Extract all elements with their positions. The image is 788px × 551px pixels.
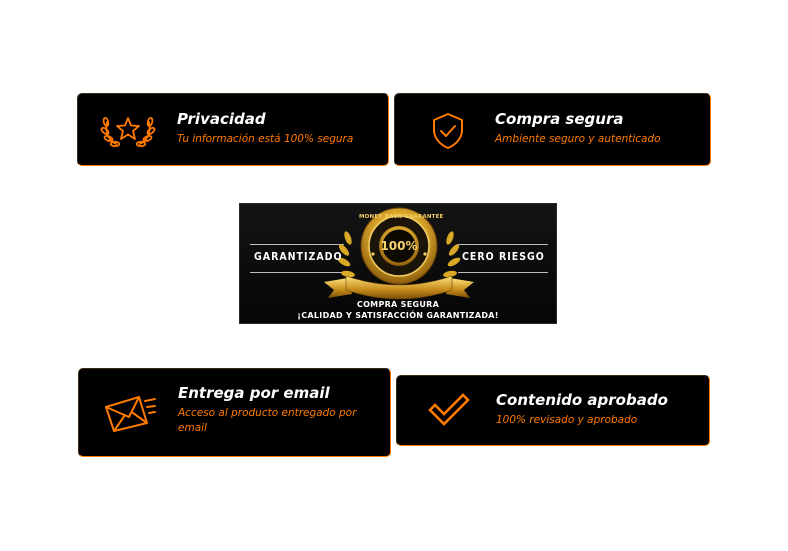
approved-content-title: Contenido aprobado xyxy=(496,391,668,409)
seal-center-percent: 100% xyxy=(380,239,418,253)
approved-content-subtitle: 100% revisado y aprobado xyxy=(496,414,638,426)
privacy-title: Privacidad xyxy=(177,110,266,128)
email-delivery-subtitle: Acceso al producto entregado por email xyxy=(178,407,357,434)
email-delivery-title: Entrega por email xyxy=(178,384,330,402)
approved-content-card: Contenido aprobado 100% revisado y aprob… xyxy=(396,375,710,446)
email-delivery-card: Entrega por email Acceso al producto ent… xyxy=(78,368,391,457)
badge-bottom-line1: COMPRA SEGURA xyxy=(356,300,440,309)
badge-bottom-line2: ¡CALIDAD Y SATISFACCIÓN GARANTIZADA! xyxy=(297,311,499,320)
secure-purchase-title: Compra segura xyxy=(495,110,624,128)
checkmark-icon xyxy=(427,392,471,428)
laurel-star-icon xyxy=(100,110,156,150)
money-back-guarantee-badge: MONEY BACK GUARANTEE 100% GARANTIZADO CE… xyxy=(239,203,557,324)
badge-left-text: GARANTIZADO xyxy=(254,251,343,263)
badge-right-text: CERO RIESGO xyxy=(462,251,545,263)
privacy-card: Privacidad Tu información está 100% segu… xyxy=(77,93,389,166)
trust-badges-section: Privacidad Tu información está 100% segu… xyxy=(0,0,788,551)
secure-purchase-card: Compra segura Ambiente seguro y autentic… xyxy=(394,93,711,166)
seal-ring-text: MONEY BACK GUARANTEE xyxy=(359,214,444,220)
shield-check-icon xyxy=(431,112,465,150)
secure-purchase-subtitle: Ambiente seguro y autenticado xyxy=(495,133,661,145)
envelope-fast-icon xyxy=(103,393,157,433)
privacy-subtitle: Tu información está 100% segura xyxy=(177,133,354,145)
